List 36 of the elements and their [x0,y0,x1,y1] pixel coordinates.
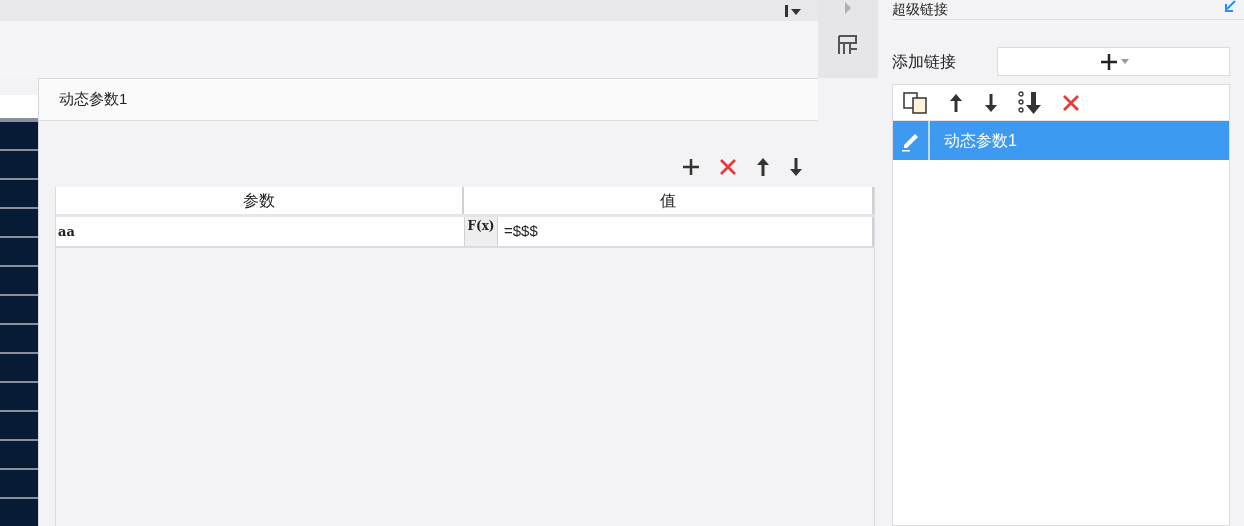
move-down-icon[interactable] [788,157,804,177]
collapse-icon[interactable] [1224,0,1236,12]
move-up-icon[interactable] [948,92,964,113]
layout-icon[interactable] [836,33,860,57]
table-cell: aa [56,217,464,246]
delete-icon[interactable] [718,157,738,177]
sidebar-row [0,238,38,265]
formula-button[interactable]: F(x) [464,217,498,246]
value-field[interactable]: =$$$ [498,217,874,246]
plus-icon [1098,51,1119,72]
sidebar-row [0,180,38,207]
add-icon[interactable] [681,157,701,177]
move-down-icon[interactable] [983,92,999,113]
move-to-bottom-icon[interactable] [1018,90,1042,115]
copy-icon[interactable] [903,91,929,114]
delete-icon[interactable] [1061,92,1081,113]
sidebar-row [0,296,38,323]
sidebar-row [0,122,38,149]
column-header: 值 [660,190,676,211]
sidebar-row [0,470,38,497]
sidebar-row [0,151,38,178]
sidebar-row [0,412,38,439]
caret-icon [1120,59,1129,64]
sidebar-row [0,499,38,526]
sidebar-row [0,354,38,381]
column-header: 参数 [243,190,275,211]
sidebar-row [0,209,38,236]
sort-icon[interactable] [784,4,802,17]
sidebar-row [0,267,38,294]
panel-title: 超级链接 [892,1,948,17]
add-link-label: 添加链接 [892,51,957,72]
sidebar-row [0,441,38,468]
sidebar-row [0,325,38,352]
move-up-icon[interactable] [755,157,771,177]
sidebar-row [0,383,38,410]
dialog-title: 动态参数1 [59,89,128,110]
